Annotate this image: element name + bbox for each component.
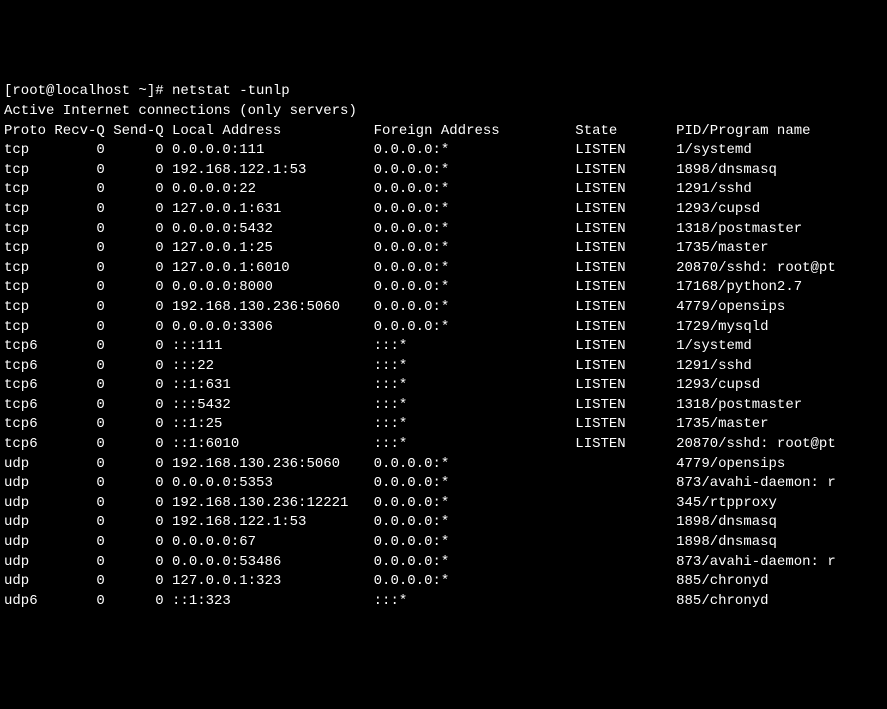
connections-header: Active Internet connections (only server… <box>4 102 883 122</box>
table-row: tcp6 0 0 ::1:25 :::* LISTEN 1735/master <box>4 415 883 435</box>
table-row: tcp 0 0 0.0.0.0:8000 0.0.0.0:* LISTEN 17… <box>4 278 883 298</box>
table-row: udp 0 0 192.168.122.1:53 0.0.0.0:* 1898/… <box>4 513 883 533</box>
table-row: udp 0 0 0.0.0.0:53486 0.0.0.0:* 873/avah… <box>4 553 883 573</box>
table-row: tcp 0 0 127.0.0.1:25 0.0.0.0:* LISTEN 17… <box>4 239 883 259</box>
table-row: udp 0 0 192.168.130.236:5060 0.0.0.0:* 4… <box>4 455 883 475</box>
table-row: tcp 0 0 0.0.0.0:111 0.0.0.0:* LISTEN 1/s… <box>4 141 883 161</box>
table-row: tcp6 0 0 :::111 :::* LISTEN 1/systemd <box>4 337 883 357</box>
table-row: tcp6 0 0 ::1:6010 :::* LISTEN 20870/sshd… <box>4 435 883 455</box>
table-row: tcp6 0 0 :::5432 :::* LISTEN 1318/postma… <box>4 396 883 416</box>
table-row: tcp 0 0 0.0.0.0:3306 0.0.0.0:* LISTEN 17… <box>4 318 883 338</box>
shell-prompt[interactable]: [root@localhost ~]# netstat -tunlp <box>4 82 883 102</box>
table-row: udp 0 0 0.0.0.0:67 0.0.0.0:* 1898/dnsmas… <box>4 533 883 553</box>
column-headers: Proto Recv-Q Send-Q Local Address Foreig… <box>4 122 883 142</box>
table-row: udp 0 0 127.0.0.1:323 0.0.0.0:* 885/chro… <box>4 572 883 592</box>
table-row: tcp 0 0 192.168.122.1:53 0.0.0.0:* LISTE… <box>4 161 883 181</box>
table-row: tcp 0 0 0.0.0.0:5432 0.0.0.0:* LISTEN 13… <box>4 220 883 240</box>
table-row: udp 0 0 0.0.0.0:5353 0.0.0.0:* 873/avahi… <box>4 474 883 494</box>
table-row: tcp6 0 0 :::22 :::* LISTEN 1291/sshd <box>4 357 883 377</box>
table-row: tcp 0 0 0.0.0.0:22 0.0.0.0:* LISTEN 1291… <box>4 180 883 200</box>
table-row: udp6 0 0 ::1:323 :::* 885/chronyd <box>4 592 883 612</box>
table-row: tcp 0 0 127.0.0.1:6010 0.0.0.0:* LISTEN … <box>4 259 883 279</box>
table-row: tcp6 0 0 ::1:631 :::* LISTEN 1293/cupsd <box>4 376 883 396</box>
table-row: tcp 0 0 192.168.130.236:5060 0.0.0.0:* L… <box>4 298 883 318</box>
table-row: tcp 0 0 127.0.0.1:631 0.0.0.0:* LISTEN 1… <box>4 200 883 220</box>
table-row: udp 0 0 192.168.130.236:12221 0.0.0.0:* … <box>4 494 883 514</box>
